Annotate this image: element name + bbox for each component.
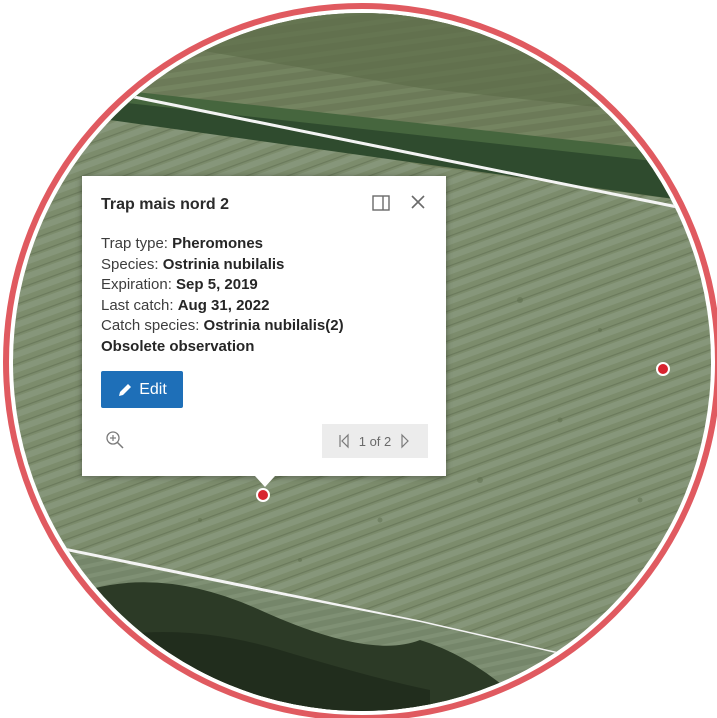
attribute-row: Catch species: Ostrinia nubilalis(2) — [101, 316, 344, 337]
attribute-value: Sep 5, 2019 — [176, 276, 258, 293]
pagination: 1 of 2 — [322, 424, 428, 458]
attribute-label: Last catch: — [101, 296, 178, 314]
map-screenshot: Trap mais nord 2 Trap type: Pheromones S… — [0, 0, 717, 718]
attribute-label: Trap type: — [101, 235, 173, 252]
attribute-row: Expiration: Sep 5, 2019 — [101, 275, 344, 296]
edit-button-label: Edit — [139, 380, 167, 398]
attribute-value: Pheromones — [172, 235, 263, 252]
attribute-label: Species: — [101, 255, 163, 273]
attribute-value: Aug 31, 2022 — [177, 296, 270, 314]
attribute-row: Species: Ostrinia nubilalis — [101, 255, 344, 276]
close-icon[interactable] — [406, 190, 430, 214]
attribute-value: Ostrinia nubilalis(2) — [203, 317, 344, 334]
attribute-list: Trap type: Pheromones Species: Ostrinia … — [101, 234, 344, 357]
chevron-right-icon[interactable] — [400, 433, 412, 449]
trap-marker[interactable] — [656, 362, 670, 376]
attribute-label: Expiration: — [101, 276, 177, 293]
attribute-row: Trap type: Pheromones — [101, 234, 344, 255]
zoom-in-icon[interactable] — [104, 429, 126, 451]
pencil-icon — [119, 383, 132, 396]
attribute-value: Ostrinia nubilalis — [162, 255, 285, 273]
edit-button[interactable]: Edit — [101, 371, 183, 408]
chevron-left-icon[interactable] — [338, 433, 350, 449]
pagination-label: 1 of 2 — [358, 433, 392, 449]
popup-title: Trap mais nord 2 — [101, 196, 230, 213]
dock-icon[interactable] — [370, 192, 392, 214]
selected-trap-marker[interactable] — [256, 488, 270, 502]
status-text: Obsolete observation — [101, 337, 255, 355]
attribute-row: Last catch: Aug 31, 2022 — [101, 296, 344, 317]
attribute-label: Catch species: — [101, 317, 204, 334]
feature-popup: Trap mais nord 2 Trap type: Pheromones S… — [82, 176, 446, 487]
